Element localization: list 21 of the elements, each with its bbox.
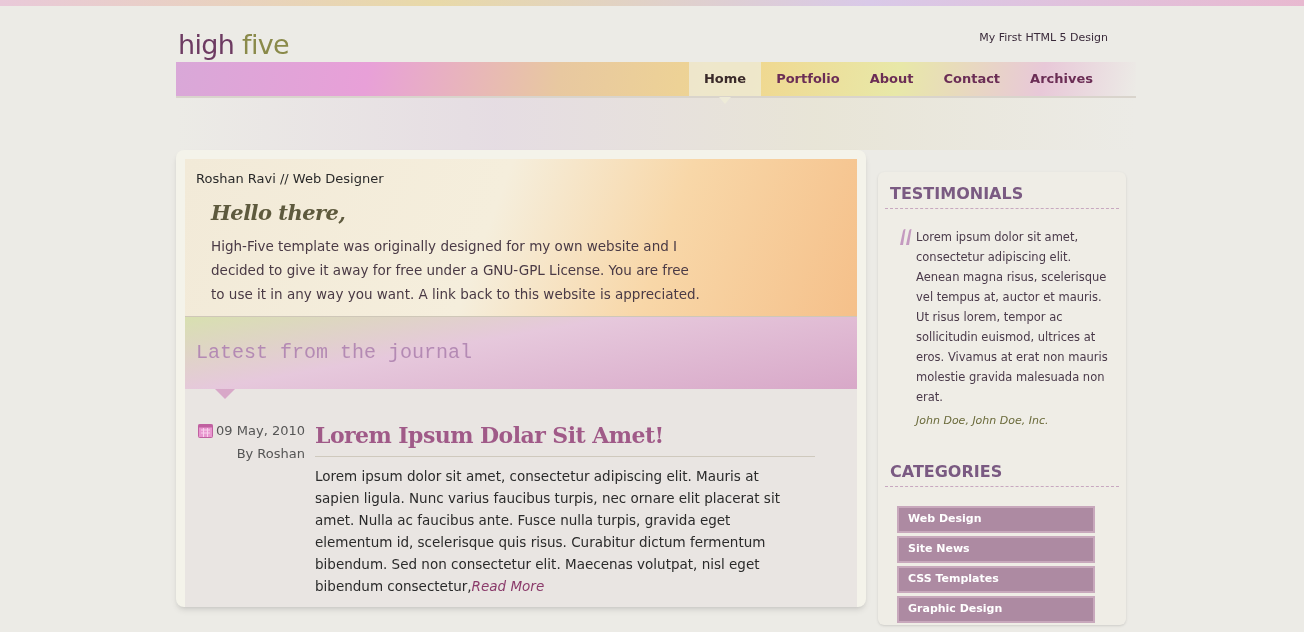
journal-heading: Latest from the journal [195,340,473,366]
post-author: By Roshan [236,444,305,463]
nav-tab[interactable]: Archives [1015,62,1108,96]
greeting-heading: Hello there, [211,198,347,227]
post-title[interactable]: Lorem Ipsum Dolar Sit Amet! [315,419,815,457]
quote-mark-icon [897,229,913,245]
site-logo[interactable]: high five [176,31,289,58]
post-date: 09 May, 2010 [216,422,305,440]
testimonial-quote: Lorem ipsum dolor sit amet, consectetur adipiscing elit. Aenean magna risus, scelerisque vel tempus at, auctor et mauris. Ut risus lorem, tempor ac sollicitudin euismod, ultrices at eros. Vivamus at erat non mauris molestie gravida malesuada non erat. [916,229,1109,406]
intro-paragraph: High-Five template was originally designed for my own website and I decided to give it away for free under a GNU-GPL License. You are free to use it in any way you want. A link back to this website is appreciated. [211,237,701,304]
categories-heading: CATEGORIES [885,459,1119,487]
testimonials-heading: TESTIMONIALS [885,182,1119,209]
post-body: Lorem ipsum dolor sit amet, consectetur adipiscing elit. Mauris at sapien ligula. Nunc varius faucibus turpis, nec ornare elit placerat sit amet. Nulla ac faucibus ante. Fusce nulla turpis, gravida eget elementum id, scelerisque quis risus. Curabitur dictum fermentum bibendum. Sed non consectetur elit. Maecenas volutpat, nisl eget bibendum consectetur,Read More [315,467,781,596]
byline: Roshan Ravi // Web Designer [196,170,385,188]
tagline: My First HTML 5 Design [979,29,1108,46]
nav-tab[interactable]: Portfolio [761,62,855,96]
nav-tab[interactable]: Contact [928,62,1016,96]
nav-tab[interactable]: About [854,62,929,96]
read-more-link[interactable]: Read More [471,578,545,594]
calendar-icon [198,423,214,439]
testimonial-author: John Doe, John Doe, Inc. [916,413,1050,429]
